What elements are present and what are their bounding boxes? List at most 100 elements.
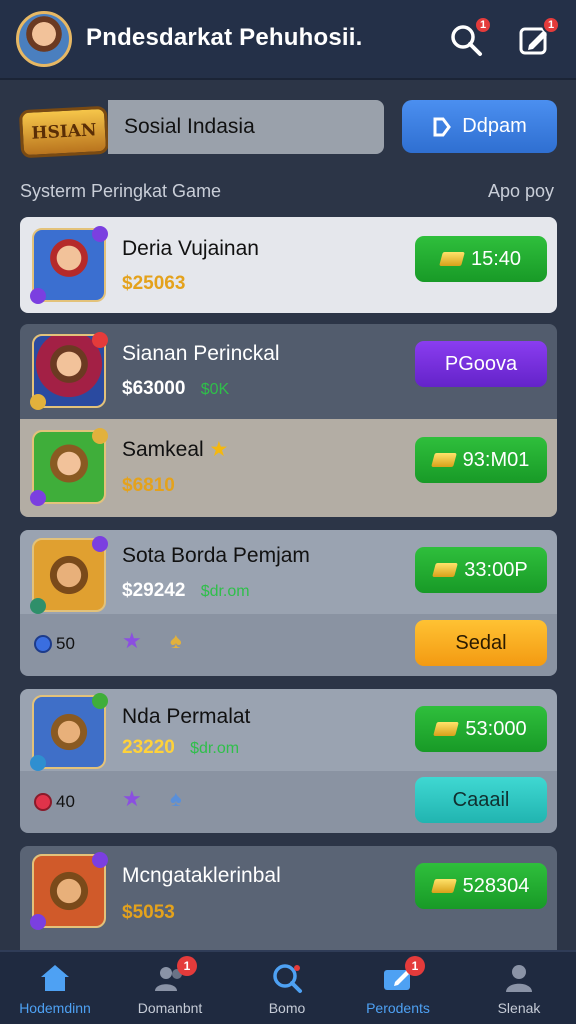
game-row[interactable]: Deria Vujainan $25063 15:40 [20,217,557,313]
game-action-button[interactable]: 15:40 [415,236,547,282]
search-icon [273,964,302,993]
game-name: Nda Permalat [122,705,251,728]
game-avatar [30,693,108,771]
edit-button[interactable]: 1 [514,16,560,60]
gold-bar-icon [430,453,457,467]
game-row[interactable]: Mcngataklerinbal $5053 528304 [20,846,557,950]
star-icon: ★ [209,438,229,461]
game-card[interactable]: Deria Vujainan $25063 15:40 [20,217,557,313]
game-score-value: $6810 [122,475,175,496]
game-card[interactable]: Mcngataklerinbal $5053 528304 [20,846,557,950]
game-stat: 50 [34,634,75,654]
nav-label: Perodents [366,1000,430,1016]
game-action-button[interactable]: 33:00P [415,547,547,593]
nav-item-search[interactable]: Bomo [232,962,342,1016]
nav-label: Hodemdinn [19,1000,91,1016]
game-name: Sianan Perinckal [122,342,280,365]
app-title: Pndesdarkat Pehuhosii. [86,24,363,51]
game-extra-label: Sedal [455,631,507,654]
game-extra-label: Caaail [452,788,510,811]
drop-token-icon: ♠ [170,628,182,653]
game-row[interactable]: Sota Borda Pemjam $29242 $dr.om 33:00P [20,530,557,614]
game-action-button[interactable]: PGoova [415,341,547,387]
game-name: Samkeal ★ [122,437,228,462]
game-name: Sota Borda Pemjam [122,544,310,567]
game-stat-value: 40 [56,792,75,811]
game-logo: HSIAN [18,105,110,159]
top-header: Pndesdarkat Pehuhosii. 1 1 [0,0,576,80]
nav-item-home[interactable]: Hodemdinn [0,962,110,1016]
game-score-value: $5053 [122,902,175,923]
nav-label: Bomo [268,1000,306,1016]
nav-badge: 1 [405,956,425,976]
game-action-label: 53:000 [465,717,527,740]
gold-bar-icon [432,563,459,577]
game-score: $5053 [122,902,175,924]
coin-icon [34,793,52,811]
nav-label: Slenak [497,1000,541,1016]
game-extra-button[interactable]: Caaail [415,777,547,823]
section-title: Systerm Peringkat Game [20,181,222,201]
game-action-label: 528304 [462,874,530,897]
game-action-button[interactable]: 53:000 [415,706,547,752]
edit-badge: 1 [542,16,560,34]
nav-item-dashboard[interactable]: 1 Domanbnt [115,956,225,1016]
game-name-text: Samkeal [122,438,204,461]
game-stat: 40 [34,792,75,812]
game-score: $29242 $dr.om [122,580,250,602]
bottom-nav: Hodemdinn 1 Domanbnt Bomo 1 Perodents Sl… [0,950,576,1024]
game-name: Deria Vujainan [122,237,259,260]
game-name: Mcngataklerinbal [122,864,281,887]
game-avatar [30,536,108,614]
primary-action-label: Ddpam [462,115,527,137]
game-score-value: $29242 [122,580,186,601]
game-row[interactable]: Nda Permalat 23220 $dr.om 53:000 [20,689,557,771]
search-button[interactable]: 1 [446,16,492,60]
coin-icon [34,635,52,653]
game-card[interactable]: Nda Permalat 23220 $dr.om 53:000 40 ★ ♠ … [20,689,557,833]
game-row[interactable]: Sianan Perinckal $63000 $0K PGoova [20,324,557,419]
home-icon [41,965,69,991]
search-field[interactable]: Sosial Indasia [108,100,384,154]
nav-badge: 1 [177,956,197,976]
nav-item-profile[interactable]: Slenak [464,962,574,1016]
game-row[interactable]: Samkeal ★ $6810 93:M01 [20,419,557,517]
gold-bar-icon [433,722,460,736]
game-score: $25063 [122,273,185,295]
primary-action-button[interactable]: Ddpam [402,100,557,153]
game-avatar [30,226,108,304]
game-action-label: 15:40 [470,247,522,270]
game-action-button[interactable]: 528304 [415,863,547,909]
game-action-label: 93:M01 [462,448,530,471]
game-extra-button[interactable]: Sedal [415,620,547,666]
nav-label: Domanbnt [137,1000,203,1016]
game-avatar [30,428,108,506]
star-token-icon: ★ [122,628,142,653]
game-score: $63000 $0K [122,378,229,400]
search-badge: 1 [474,16,492,34]
drop-token-icon: ♠ [170,786,182,811]
gold-bar-icon [430,879,457,893]
game-score-extra: $dr.om [200,583,250,600]
game-score: 23220 $dr.om [122,737,239,759]
gold-bar-icon [439,252,465,266]
game-action-label: 33:00P [464,558,528,581]
user-avatar[interactable] [16,11,72,67]
game-stat-value: 50 [56,634,75,653]
game-extra-row: 40 ★ ♠ Caaail [20,771,557,833]
play-box-icon [433,117,452,136]
game-card[interactable]: Sota Borda Pemjam $29242 $dr.om 33:00P 5… [20,530,557,676]
game-action-label: PGoova [444,352,518,375]
game-score-extra: $0K [200,381,230,398]
logo-text: HSIAN [31,120,97,144]
section-link[interactable]: Apo poy [488,181,554,202]
game-score-value: $25063 [122,273,186,294]
game-score-value: $63000 [122,378,186,399]
game-score-value: 23220 [122,737,175,758]
star-token-icon: ★ [122,786,142,811]
game-action-button[interactable]: 93:M01 [415,437,547,483]
nav-item-products[interactable]: 1 Perodents [343,956,453,1016]
game-extra-row: 50 ★ ♠ Sedal [20,614,557,676]
user-icon [506,965,532,992]
game-card[interactable]: Sianan Perinckal $63000 $0K PGoova Samke… [20,324,557,517]
